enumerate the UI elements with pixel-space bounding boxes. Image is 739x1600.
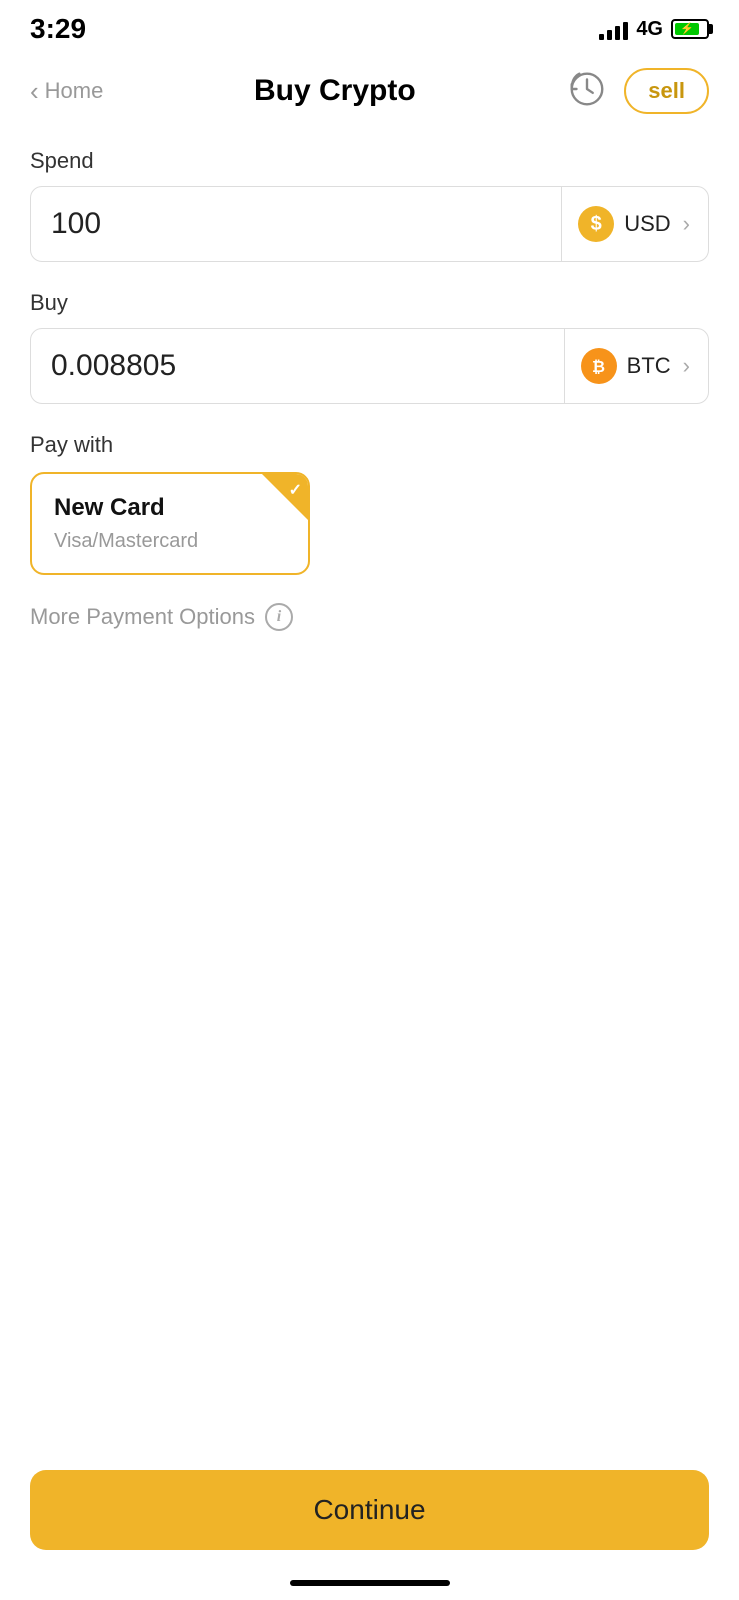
check-icon: ✓ bbox=[289, 480, 302, 500]
signal-icon bbox=[599, 18, 628, 40]
usd-icon: $ bbox=[578, 206, 614, 242]
nav-bar: ‹ Home Buy Crypto sell bbox=[0, 54, 739, 128]
usd-symbol: $ bbox=[591, 213, 602, 236]
pay-with-label: Pay with bbox=[30, 432, 709, 458]
spend-label: Spend bbox=[30, 148, 709, 174]
battery-bolt: ⚡ bbox=[680, 24, 694, 35]
spend-currency-chevron-icon: › bbox=[683, 211, 690, 237]
history-button[interactable] bbox=[566, 68, 608, 115]
buy-input-row: ₿ BTC › bbox=[30, 328, 709, 404]
status-right: 4G ⚡ bbox=[599, 18, 709, 41]
spend-currency-code: USD bbox=[624, 211, 670, 237]
buy-label: Buy bbox=[30, 290, 709, 316]
more-payment-options[interactable]: More Payment Options i bbox=[30, 603, 709, 631]
spend-input-row: $ USD › bbox=[30, 186, 709, 262]
card-title: New Card bbox=[54, 494, 286, 522]
card-subtitle: Visa/Mastercard bbox=[54, 530, 286, 553]
network-label: 4G bbox=[636, 18, 663, 41]
page-title: Buy Crypto bbox=[103, 74, 566, 108]
buy-amount-input[interactable] bbox=[31, 349, 564, 383]
more-options-label: More Payment Options bbox=[30, 604, 255, 630]
home-indicator bbox=[290, 1580, 450, 1586]
btc-icon: ₿ bbox=[581, 348, 617, 384]
back-label: Home bbox=[45, 78, 104, 104]
battery-fill: ⚡ bbox=[675, 23, 699, 35]
chevron-left-icon: ‹ bbox=[30, 76, 39, 107]
status-bar: 3:29 4G ⚡ bbox=[0, 0, 739, 54]
buy-currency-chevron-icon: › bbox=[683, 353, 690, 379]
new-card-option[interactable]: ✓ New Card Visa/Mastercard bbox=[30, 472, 310, 575]
spend-amount-input[interactable] bbox=[31, 207, 561, 241]
buy-currency-code: BTC bbox=[627, 353, 671, 379]
sell-button[interactable]: sell bbox=[624, 68, 709, 114]
status-time: 3:29 bbox=[30, 13, 86, 45]
back-button[interactable]: ‹ Home bbox=[30, 76, 103, 107]
nav-actions: sell bbox=[566, 68, 709, 115]
spend-currency-selector[interactable]: $ USD › bbox=[561, 187, 708, 261]
info-icon: i bbox=[265, 603, 293, 631]
battery-icon: ⚡ bbox=[671, 19, 709, 39]
buy-currency-selector[interactable]: ₿ BTC › bbox=[564, 329, 708, 403]
svg-text:₿: ₿ bbox=[592, 358, 605, 376]
continue-button[interactable]: Continue bbox=[30, 1470, 709, 1550]
main-content: Spend $ USD › Buy ₿ BTC › Pay with ✓ bbox=[0, 128, 739, 631]
